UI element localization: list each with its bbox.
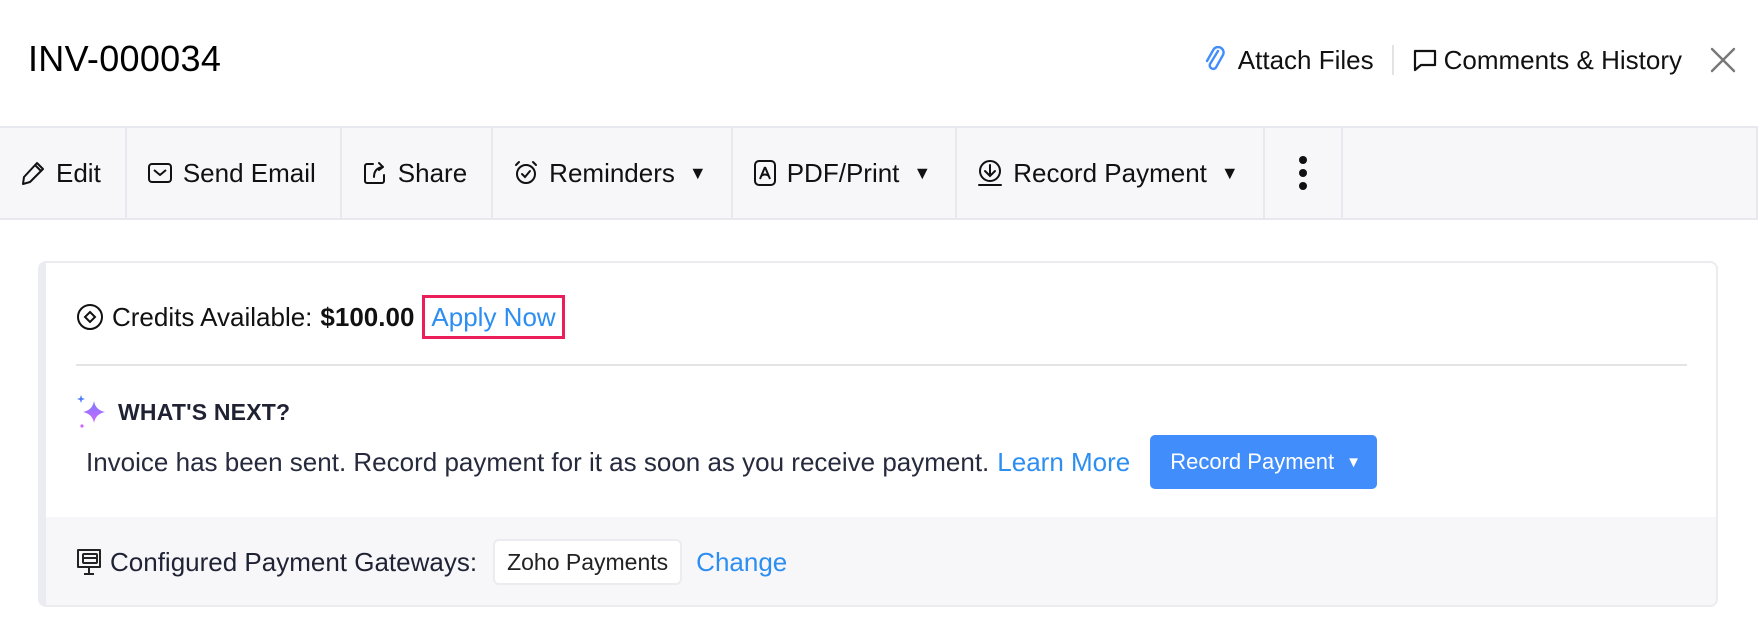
caret-down-icon: ▼: [913, 162, 932, 183]
caret-down-icon: ▼: [1220, 162, 1239, 183]
send-email-label: Send Email: [182, 157, 316, 188]
whats-next-title: WHAT'S NEXT?: [118, 398, 291, 425]
header-actions: Attach Files Comments & History: [1204, 40, 1758, 80]
chat-bubble-icon: [1413, 49, 1436, 72]
attach-files-button[interactable]: Attach Files: [1204, 45, 1374, 76]
share-label: Share: [397, 157, 468, 188]
action-toolbar: Edit Send Email Share Reminders ▼ PDF/Pr…: [0, 126, 1758, 220]
reminders-dropdown[interactable]: Reminders ▼: [493, 128, 733, 218]
whats-next-message: Invoice has been sent. Record payment fo…: [86, 446, 990, 477]
credits-label: Credits Available:: [112, 301, 313, 332]
learn-more-link[interactable]: Learn More: [997, 447, 1130, 478]
download-circle-icon: [978, 160, 1003, 186]
whats-next-message-row: Invoice has been sent. Record payment fo…: [86, 435, 1377, 489]
reminders-label: Reminders: [549, 157, 675, 188]
record-payment-button-label: Record Payment: [1170, 449, 1335, 474]
alarm-clock-icon: [515, 161, 538, 184]
send-email-button[interactable]: Send Email: [127, 128, 342, 218]
section-divider: [76, 364, 1687, 366]
share-icon: [363, 162, 385, 184]
pdf-print-dropdown[interactable]: PDF/Print ▼: [733, 128, 958, 218]
more-vertical-icon: [1298, 156, 1307, 190]
invoice-title: INV-000034: [28, 38, 222, 79]
record-payment-button[interactable]: Record Payment ▼: [1150, 435, 1377, 489]
credits-available-row: Credits Available: $100.00 Apply Now: [76, 295, 565, 339]
close-icon: [1710, 47, 1736, 73]
pdf-icon: [753, 160, 776, 186]
edit-button[interactable]: Edit: [0, 128, 127, 218]
change-gateway-link[interactable]: Change: [696, 547, 787, 578]
comments-history-button[interactable]: Comments & History: [1412, 45, 1682, 76]
share-button[interactable]: Share: [342, 128, 494, 218]
attach-files-label: Attach Files: [1237, 44, 1374, 75]
envelope-icon: [147, 163, 172, 183]
comments-history-label: Comments & History: [1443, 44, 1682, 75]
caret-down-icon: ▼: [688, 162, 707, 183]
whats-next-header: WHAT'S NEXT?: [76, 395, 290, 429]
invoice-header: INV-000034 Attach Files Comments & Histo…: [0, 0, 1758, 126]
sparkle-icon: [77, 395, 105, 428]
pdf-print-label: PDF/Print: [786, 157, 900, 188]
gateway-chip: Zoho Payments: [493, 539, 683, 585]
payment-gateways-row: Configured Payment Gateways: Zoho Paymen…: [74, 539, 787, 585]
header-divider: [1391, 45, 1394, 75]
pencil-icon: [22, 162, 44, 185]
payment-gateways-label: Configured Payment Gateways:: [110, 546, 478, 577]
record-payment-dropdown[interactable]: Record Payment ▼: [957, 128, 1265, 218]
record-payment-label: Record Payment: [1013, 157, 1207, 188]
invoice-status-card: Credits Available: $100.00 Apply Now WHA…: [38, 261, 1718, 607]
apply-now-link[interactable]: Apply Now: [422, 295, 565, 339]
credits-amount: $100.00: [320, 301, 415, 332]
credit-coin-icon: [77, 304, 103, 330]
close-button[interactable]: [1710, 47, 1736, 73]
more-options-button[interactable]: [1265, 128, 1343, 218]
edit-label: Edit: [56, 157, 101, 188]
payment-gateways-panel: Configured Payment Gateways: Zoho Paymen…: [46, 517, 1716, 605]
paperclip-icon: [1205, 46, 1225, 71]
caret-down-icon: ▼: [1346, 453, 1361, 471]
payment-terminal-icon: [77, 549, 101, 575]
